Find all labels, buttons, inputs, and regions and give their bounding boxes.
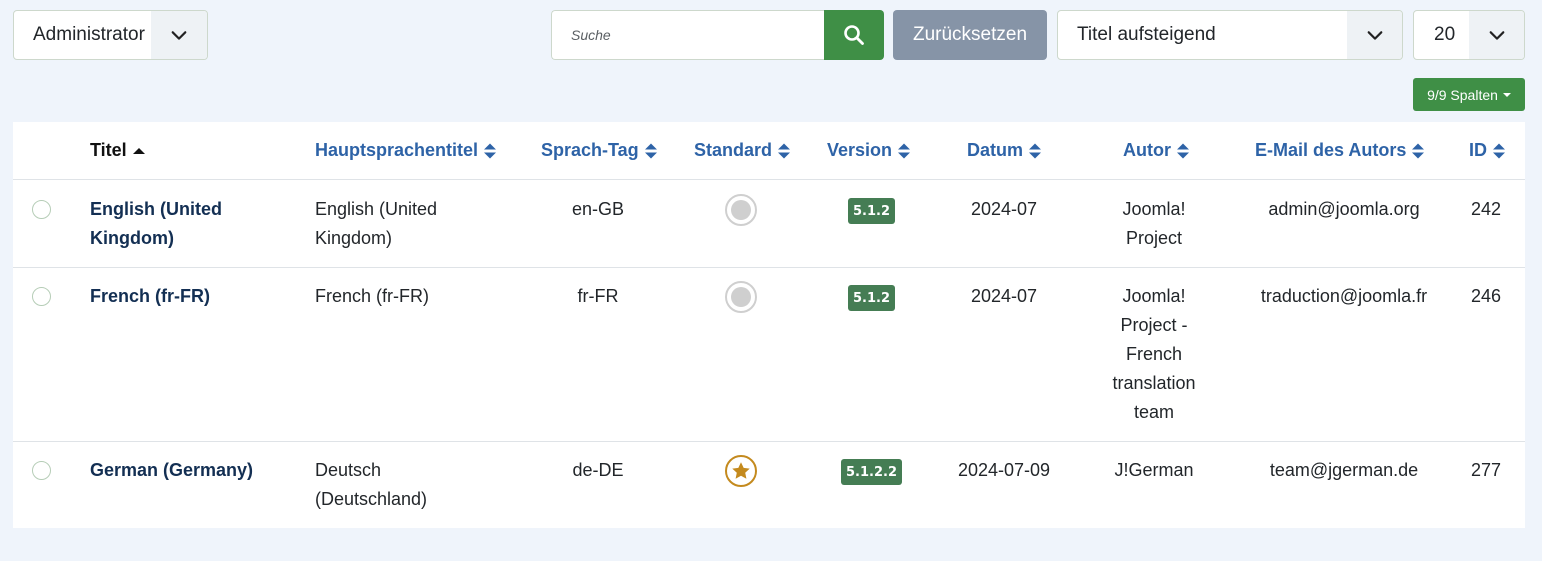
column-header-author[interactable]: Autor bbox=[1123, 122, 1190, 179]
version-badge: 5.1.2 bbox=[848, 198, 896, 224]
column-header-label: Sprach-Tag bbox=[541, 140, 639, 160]
column-header-title[interactable]: Titel bbox=[90, 122, 146, 179]
column-header-label: Version bbox=[827, 140, 893, 160]
set-default-button[interactable] bbox=[725, 194, 757, 226]
row-select-radio[interactable] bbox=[32, 287, 51, 306]
row-title-link[interactable]: German (Germany) bbox=[90, 456, 280, 485]
languages-table: Titel Hauptsprachentitel Sprach-Tag Stan… bbox=[13, 122, 1525, 528]
row-author-email: team@jgerman.de bbox=[1269, 460, 1419, 480]
search-button[interactable] bbox=[824, 10, 884, 60]
column-header-id[interactable]: ID bbox=[1469, 122, 1506, 179]
chevron-down-icon bbox=[151, 11, 207, 59]
row-id: 242 bbox=[1470, 199, 1502, 219]
chevron-down-icon bbox=[1347, 11, 1402, 59]
client-filter-select[interactable]: Administrator bbox=[13, 10, 208, 60]
row-author: Joomla! Project bbox=[1122, 199, 1186, 248]
search-input[interactable] bbox=[551, 10, 824, 60]
sort-icon bbox=[897, 142, 911, 160]
row-lang-tag: fr-FR bbox=[577, 286, 619, 306]
sort-icon bbox=[1492, 142, 1506, 160]
version-badge: 5.1.2 bbox=[848, 285, 896, 311]
star-icon bbox=[732, 462, 750, 479]
column-header-version[interactable]: Version bbox=[827, 122, 911, 179]
column-header-label: E-Mail des Autors bbox=[1255, 140, 1407, 160]
divider bbox=[13, 179, 1525, 180]
row-lang-tag: de-DE bbox=[572, 460, 624, 480]
sort-order-select[interactable]: Titel aufsteigend bbox=[1057, 10, 1403, 60]
row-native-title: French (fr-FR) bbox=[315, 286, 429, 306]
column-header-native-title[interactable]: Hauptsprachentitel bbox=[315, 122, 497, 179]
list-limit-value: 20 bbox=[1434, 24, 1456, 45]
row-title-link[interactable]: French (fr-FR) bbox=[90, 282, 270, 311]
row-author-email: admin@joomla.org bbox=[1268, 199, 1420, 219]
row-native-title: Deutsch (Deutschland) bbox=[315, 460, 428, 509]
row-author: J!German bbox=[1114, 460, 1194, 480]
divider bbox=[13, 441, 1525, 442]
column-header-lang-tag[interactable]: Sprach-Tag bbox=[541, 122, 658, 179]
row-date: 2024-07-09 bbox=[957, 460, 1051, 480]
row-native-title: English (United Kingdom) bbox=[315, 199, 438, 248]
row-date: 2024-07 bbox=[970, 286, 1038, 306]
row-title-link[interactable]: English (United Kingdom) bbox=[90, 195, 270, 253]
chevron-down-icon bbox=[1469, 11, 1524, 59]
row-lang-tag: en-GB bbox=[571, 199, 625, 219]
column-header-label: Titel bbox=[90, 140, 127, 160]
sort-ascending-icon bbox=[132, 146, 146, 156]
column-header-label: Datum bbox=[967, 140, 1024, 160]
set-default-button[interactable] bbox=[725, 281, 757, 313]
client-filter-value: Administrator bbox=[33, 24, 145, 45]
column-header-label: Hauptsprachentitel bbox=[315, 140, 479, 160]
sort-icon bbox=[483, 142, 497, 160]
search-icon bbox=[844, 25, 864, 45]
list-limit-select[interactable]: 20 bbox=[1413, 10, 1525, 60]
row-select-radio[interactable] bbox=[32, 461, 51, 480]
row-id: 246 bbox=[1470, 286, 1502, 306]
default-off-icon bbox=[731, 200, 751, 220]
caret-down-icon bbox=[1502, 92, 1511, 97]
column-header-label: Autor bbox=[1123, 140, 1171, 160]
sort-icon bbox=[1028, 142, 1042, 160]
column-header-date[interactable]: Datum bbox=[967, 122, 1042, 179]
row-author: Joomla! Project - French translation tea… bbox=[1112, 286, 1196, 422]
column-header-label: Standard bbox=[694, 140, 773, 160]
column-header-default[interactable]: Standard bbox=[694, 122, 791, 179]
row-author-email: traduction@joomla.fr bbox=[1260, 286, 1428, 306]
row-id: 277 bbox=[1470, 460, 1502, 480]
row-date: 2024-07 bbox=[970, 199, 1038, 219]
default-off-icon bbox=[731, 287, 751, 307]
reset-button[interactable]: Zurücksetzen bbox=[893, 10, 1047, 60]
row-select-radio[interactable] bbox=[32, 200, 51, 219]
divider bbox=[13, 267, 1525, 268]
search-group bbox=[551, 10, 884, 60]
sort-order-value: Titel aufsteigend bbox=[1077, 24, 1216, 45]
column-header-label: ID bbox=[1469, 140, 1487, 160]
sort-icon bbox=[1176, 142, 1190, 160]
columns-toggle-button[interactable]: 9/9 Spalten bbox=[1413, 78, 1525, 111]
default-language-indicator bbox=[725, 455, 757, 487]
version-badge: 5.1.2.2 bbox=[841, 459, 902, 485]
column-header-author-email[interactable]: E-Mail des Autors bbox=[1255, 122, 1425, 179]
columns-toggle-label: 9/9 Spalten bbox=[1427, 86, 1498, 103]
sort-icon bbox=[1411, 142, 1425, 160]
sort-icon bbox=[777, 142, 791, 160]
sort-icon bbox=[644, 142, 658, 160]
